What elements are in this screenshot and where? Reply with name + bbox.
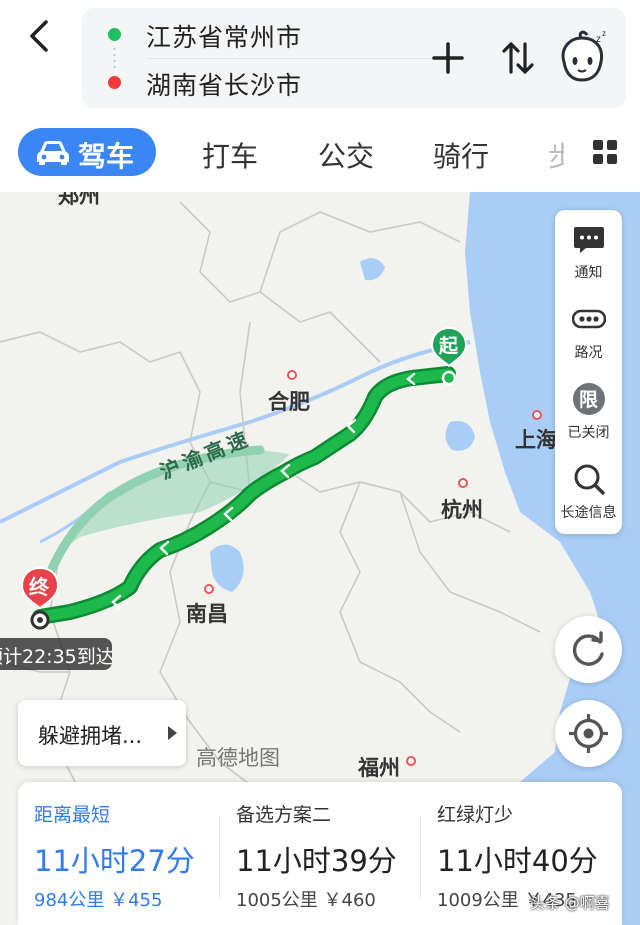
source-watermark: 头条 @啊喜 <box>530 894 610 912</box>
avoid-congestion-label: 躲避拥堵... <box>38 724 143 748</box>
chevron-left-icon <box>30 20 48 52</box>
back-button[interactable] <box>18 14 62 58</box>
long-trip-info-label: 长途信息 <box>560 505 617 521</box>
map-label-shanghai: 上海 <box>515 428 555 452</box>
tab-drive[interactable]: 驾车 <box>18 128 156 176</box>
traffic-button[interactable]: 路况 <box>555 290 622 370</box>
city-dot-hangzhou <box>458 478 468 488</box>
travel-mode-tabs: 驾车 打车 公交 骑行 步 <box>0 128 640 184</box>
tab-drive-label: 驾车 <box>78 140 135 173</box>
destination-dot-icon <box>108 76 121 89</box>
eta-text: 预计22:35到达 <box>0 646 112 668</box>
swap-arrows-icon <box>502 42 534 74</box>
origin-text: 江苏省常州市 <box>146 23 303 52</box>
triangle-right-icon <box>168 726 177 740</box>
assistant-avatar-icon: z z <box>561 29 606 82</box>
restriction-button[interactable]: 限 已关闭 <box>555 370 622 450</box>
route-option-alt-two[interactable]: 备选方案二 11小时39分 1005公里 ￥460 <box>220 782 421 925</box>
plus-icon <box>432 42 464 74</box>
swap-route-button[interactable] <box>498 38 538 78</box>
city-dot-shanghai <box>532 410 542 420</box>
tab-walk[interactable]: 步 <box>548 135 564 175</box>
route-distance-cost: 984公里 ￥455 <box>34 890 163 911</box>
start-marker-label: 起 <box>439 335 459 357</box>
tab-cycling[interactable]: 骑行 <box>433 135 489 175</box>
route-duration: 11小时27分 <box>34 844 195 878</box>
route-title: 距离最短 <box>34 804 111 826</box>
route-input-box: 江苏省常州市 湖南省长沙市 z z <box>82 8 626 108</box>
restriction-badge: 限 <box>578 389 598 411</box>
end-marker[interactable]: 终 <box>20 566 60 632</box>
route-title: 红绿灯少 <box>437 804 514 826</box>
map-label-nanchang: 南昌 <box>186 602 228 626</box>
refresh-icon <box>572 631 604 666</box>
route-distance-cost: 1005公里 ￥460 <box>236 890 376 911</box>
more-modes-grid-icon[interactable] <box>592 139 618 165</box>
add-waypoint-button[interactable] <box>428 38 468 78</box>
origin-field[interactable]: 江苏省常州市 <box>82 10 412 58</box>
origin-dot-icon <box>108 28 121 41</box>
long-trip-info-button[interactable]: 长途信息 <box>555 450 622 530</box>
route-header: 江苏省常州市 湖南省长沙市 z z 驾车 打车 公交 骑行 步 <box>0 0 640 176</box>
voice-assistant-button[interactable]: z z <box>554 28 610 88</box>
traffic-icon <box>572 309 606 329</box>
destination-field[interactable]: 湖南省长沙市 <box>82 58 412 106</box>
route-title: 备选方案二 <box>236 804 332 826</box>
city-dot-hefei <box>287 370 297 380</box>
destination-text: 湖南省长沙市 <box>146 71 303 100</box>
route-duration: 11小时40分 <box>437 844 598 878</box>
crosshair-icon <box>569 714 608 753</box>
notification-label: 通知 <box>574 265 603 281</box>
route-duration: 11小时39分 <box>236 844 397 878</box>
tab-taxi[interactable]: 打车 <box>202 135 258 175</box>
traffic-label: 路况 <box>574 345 603 361</box>
end-marker-label: 终 <box>29 575 49 599</box>
search-icon <box>574 464 605 495</box>
city-dot-nanchang <box>204 584 214 594</box>
map-label-hangzhou: 杭州 <box>441 498 483 522</box>
map-tools-panel: 通知 路况 限 已关闭 长途信息 <box>555 210 622 534</box>
avoid-congestion-button[interactable]: 躲避拥堵... <box>18 700 186 766</box>
start-marker[interactable]: 起 <box>430 326 468 386</box>
refresh-button[interactable] <box>555 616 622 683</box>
svg-text:z: z <box>596 34 601 45</box>
locate-me-button[interactable] <box>555 700 622 767</box>
map-label-fuzhou: 福州 <box>358 756 400 780</box>
map-label-hefei: 合肥 <box>268 390 310 414</box>
notification-button[interactable]: 通知 <box>555 210 622 290</box>
map-label-zhengzhou: 郑州 <box>58 192 100 208</box>
car-icon <box>37 141 69 165</box>
route-option-shortest[interactable]: 距离最短 11小时27分 984公里 ￥455 <box>18 782 219 925</box>
map-brand-watermark: 高德地图 <box>196 746 280 770</box>
message-icon <box>574 227 604 253</box>
svg-text:z: z <box>602 29 606 38</box>
city-dot-fuzhou <box>406 756 416 766</box>
restriction-label: 已关闭 <box>567 425 610 441</box>
eta-label: 预计22:35到达 <box>0 638 112 670</box>
tab-bus[interactable]: 公交 <box>318 135 374 175</box>
